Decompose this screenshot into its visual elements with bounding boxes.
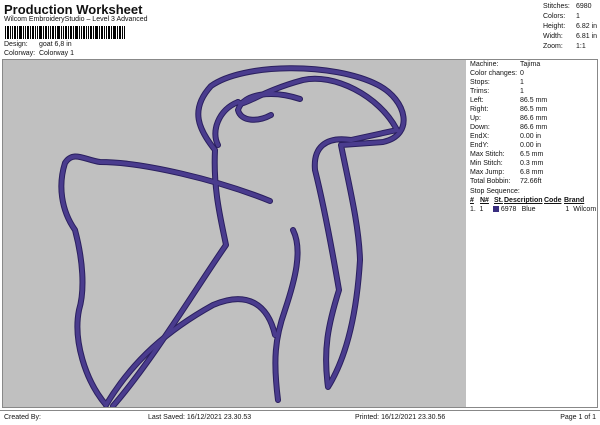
info-label: Up:: [470, 115, 481, 122]
stat-stitches: Stitches: 6980: [543, 2, 597, 12]
info-value: 0.3 mm: [520, 160, 544, 167]
info-row-trims: Trims: 1: [468, 87, 598, 96]
info-row-down: Down: 86.6 mm: [468, 123, 598, 132]
stat-label: Colors:: [543, 13, 566, 20]
info-label: Down:: [470, 124, 490, 131]
info-row-max-jump: Max Jump: 6.8 mm: [468, 168, 598, 177]
goat-embroidery-outline: [58, 65, 407, 407]
info-row-left: Left: 86.5 mm: [468, 96, 598, 105]
printed-date: Printed: 16/12/2021 23.30.56: [355, 414, 446, 421]
stat-value: 6.81 in: [576, 33, 598, 40]
colorway-row: Colorway: Colorway 1: [4, 50, 74, 57]
page-number: Page 1 of 1: [560, 414, 596, 421]
stat-height: Height: 6.82 in: [543, 22, 597, 32]
info-label: Max Jump:: [470, 169, 505, 176]
info-value: 1: [520, 79, 524, 86]
page-title: Production Worksheet: [4, 2, 143, 17]
info-label: Color changes:: [470, 70, 518, 77]
info-value: Tajima: [520, 61, 541, 68]
created-by: Created By:: [4, 414, 41, 421]
info-value: 0: [520, 70, 524, 77]
design-row: Design: goat 6,8 in: [4, 41, 72, 48]
last-saved: Last Saved: 16/12/2021 23.30.53: [148, 414, 252, 421]
colorway-value: Colorway 1: [38, 50, 74, 57]
stat-value: 6.82 in: [576, 23, 598, 30]
info-row-right: Right: 86.5 mm: [468, 105, 598, 114]
info-label: Right:: [470, 106, 489, 113]
info-row-max-stitch: Max Stitch: 6.5 mm: [468, 150, 598, 159]
info-value: 72.66ft: [520, 178, 542, 185]
info-row-endx: EndX: 0.00 in: [468, 132, 598, 141]
info-value: 0.00 in: [520, 142, 542, 149]
stop-sequence-row: 1. 1 6978 Blue 1 Wilcom: [468, 205, 598, 214]
info-label: EndX:: [470, 133, 490, 140]
info-row-stops: Stops: 1: [468, 78, 598, 87]
stop-sequence-header: # N# St. Description Code Brand: [468, 196, 598, 205]
col-idx: #: [470, 197, 474, 204]
barcode: [5, 26, 125, 39]
info-value: 1: [520, 88, 524, 95]
info-label: Left:: [470, 97, 484, 104]
info-label: Trims:: [470, 88, 490, 95]
col-n: N#: [480, 197, 489, 204]
row-st-cell: 6978: [492, 205, 520, 214]
stop-sequence-title: Stop Sequence:: [470, 188, 520, 195]
design-value: goat 6,8 in: [38, 41, 72, 48]
design-label: Design:: [4, 41, 28, 48]
stat-zoom: Zoom: 1:1: [543, 42, 597, 52]
info-value: 86.6 mm: [520, 115, 548, 122]
info-label: Total Bobbin:: [470, 178, 511, 185]
info-row-machine: Machine: Tajima: [468, 60, 598, 69]
design-stats: Stitches: 6980 Colors: 1 Height: 6.82 in Wi…: [543, 2, 597, 52]
row-brand: Wilcom: [573, 206, 597, 213]
col-st: St.: [494, 197, 503, 204]
info-row-color-changes: Color changes: 0: [468, 69, 598, 78]
info-label: Min Stitch:: [470, 160, 503, 167]
info-label: Stops:: [470, 79, 490, 86]
info-label: EndY:: [470, 142, 489, 149]
software-name: Wilcom EmbroideryStudio – Level 3 Advanc…: [4, 16, 148, 23]
row-n: 1: [479, 206, 484, 213]
info-label: Max Stitch:: [470, 151, 505, 158]
stat-value: 6980: [576, 3, 592, 10]
row-idx: 1.: [470, 206, 476, 213]
stat-label: Zoom:: [543, 43, 563, 50]
stat-label: Width:: [543, 33, 563, 40]
stat-value: 1:1: [576, 43, 586, 50]
page-footer: Created By: Last Saved: 16/12/2021 23.30…: [0, 410, 600, 425]
info-value: 86.5 mm: [520, 97, 548, 104]
info-row-min-stitch: Min Stitch: 0.3 mm: [468, 159, 598, 168]
info-value: 0.00 in: [520, 133, 542, 140]
row-code: 1: [565, 206, 570, 213]
info-value: 6.8 mm: [520, 169, 544, 176]
info-row-total-bobbin: Total Bobbin: 72.66ft: [468, 177, 598, 186]
info-value: 86.5 mm: [520, 106, 548, 113]
col-code: Code: [544, 197, 562, 204]
stat-label: Stitches:: [543, 3, 570, 10]
info-row-endy: EndY: 0.00 in: [468, 141, 598, 150]
info-value: 86.6 mm: [520, 124, 548, 131]
info-row-up: Up: 86.6 mm: [468, 114, 598, 123]
thread-color-swatch: [492, 206, 499, 212]
info-label: Machine:: [470, 61, 499, 68]
machine-info-panel: Machine: Tajima Color changes: 0 Stops: 1 T…: [468, 60, 598, 407]
stat-width: Width: 6.81 in: [543, 32, 597, 42]
design-preview: [3, 60, 466, 407]
stat-label: Height:: [543, 23, 566, 30]
row-st: 6978: [500, 206, 517, 213]
col-brand: Brand: [564, 197, 585, 204]
info-value: 6.5 mm: [520, 151, 544, 158]
colorway-label: Colorway:: [4, 50, 36, 57]
row-description: Blue: [521, 206, 536, 213]
stat-value: 1: [576, 13, 580, 20]
stat-colors: Colors: 1: [543, 12, 597, 22]
col-description: Description: [504, 197, 543, 204]
